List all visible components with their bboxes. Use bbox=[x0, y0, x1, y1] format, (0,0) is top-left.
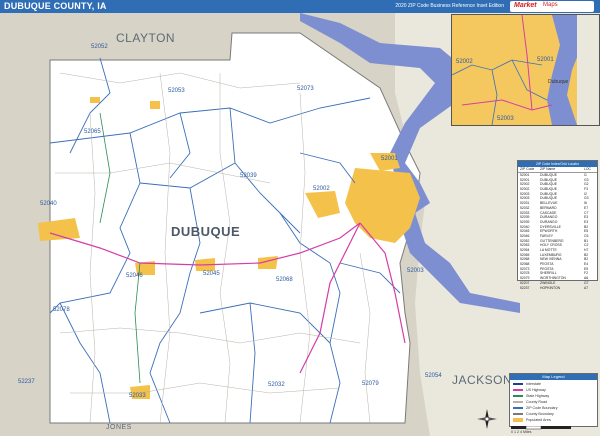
compass-rose-icon bbox=[477, 409, 497, 429]
scale-bar: 0 1 2 4 Miles bbox=[509, 426, 596, 434]
table-row: 52237 HOPKINTON A7 bbox=[518, 286, 597, 291]
zip-index-table: ZIP Code Index/Grid Locator ZIP Code ZIP… bbox=[517, 160, 598, 290]
zip-label: 52078 bbox=[53, 307, 70, 313]
zip-label: 52053 bbox=[168, 88, 185, 94]
logo-brand: Market bbox=[514, 2, 537, 9]
table-cell: 52237 bbox=[520, 285, 530, 290]
zip-label: 52068 bbox=[276, 277, 293, 283]
county-label-clayton: CLAYTON bbox=[116, 31, 176, 45]
logo-brand-2: Maps bbox=[543, 2, 558, 8]
table-header-cell: LOC bbox=[584, 167, 591, 171]
inset-zip-label: 52003 bbox=[497, 116, 514, 122]
legend-item: State Highway bbox=[513, 394, 549, 398]
zip-label: 52002 bbox=[313, 186, 330, 192]
county-label-dubuque: DUBUQUE bbox=[171, 224, 241, 239]
legend-item: County Boundary bbox=[513, 412, 554, 416]
legend-item: ZIP Code Boundary bbox=[513, 406, 558, 410]
legend-item: County Road bbox=[513, 400, 547, 404]
zip-label: 52046 bbox=[126, 273, 143, 279]
holy-cross-urban-area bbox=[150, 101, 160, 109]
map-legend: Map Legend Interstate US Highway State H… bbox=[509, 373, 598, 427]
edition-note: 2020 ZIP Code Business Reference Inset E… bbox=[395, 3, 504, 9]
zip-label: 52040 bbox=[40, 201, 57, 207]
zip-label: 52045 bbox=[203, 271, 220, 277]
zip-label: 52073 bbox=[297, 86, 314, 92]
table-cell: A7 bbox=[584, 285, 589, 290]
publisher-logo: Market Maps bbox=[510, 1, 594, 12]
legend-item: US Highway bbox=[513, 388, 546, 392]
zip-label: 52052 bbox=[91, 44, 108, 50]
zip-label: 52079 bbox=[362, 381, 379, 387]
zip-label: 52039 bbox=[240, 173, 257, 179]
table-header-cell: ZIP Name bbox=[540, 167, 556, 171]
map-title: DUBUQUE COUNTY, IA bbox=[4, 1, 107, 11]
zip-label: 52065 bbox=[84, 129, 101, 135]
county-label-jackson: JACKSON bbox=[452, 373, 513, 387]
scale-label: 0 1 2 4 Miles bbox=[511, 430, 532, 434]
county-label-jones: JONES bbox=[106, 424, 132, 431]
zip-label: 52001 bbox=[381, 156, 398, 162]
legend-title: Map Legend bbox=[510, 374, 597, 380]
dubuque-inset-map: 52002 52001 52003 Dubuque bbox=[451, 14, 600, 126]
inset-svg bbox=[452, 15, 599, 125]
zip-label: 52003 bbox=[407, 268, 424, 274]
title-bar: DUBUQUE COUNTY, IA 2020 ZIP Code Busines… bbox=[0, 0, 600, 13]
luxemburg-urban-area bbox=[90, 97, 100, 103]
zip-label: 52237 bbox=[18, 379, 35, 385]
table-header-cell: ZIP Code bbox=[520, 167, 535, 171]
inset-zip-label: 52002 bbox=[456, 59, 473, 65]
inset-city-label: Dubuque bbox=[548, 79, 569, 85]
table-cell: HOPKINTON bbox=[540, 285, 561, 290]
table-body: 52001 DUBUQUE I1 52001 DUBUQUE G3 52002 DUBUQUE… bbox=[518, 173, 597, 290]
zip-label: 52032 bbox=[268, 382, 285, 388]
zip-label: 52033 bbox=[129, 393, 146, 399]
map-page: DUBUQUE COUNTY, IA 2020 ZIP Code Busines… bbox=[0, 0, 600, 436]
zip-label: 52054 bbox=[425, 373, 442, 379]
legend-item: Interstate bbox=[513, 382, 541, 386]
inset-zip-label: 52001 bbox=[537, 57, 554, 63]
legend-item: Populated Area bbox=[513, 418, 551, 423]
